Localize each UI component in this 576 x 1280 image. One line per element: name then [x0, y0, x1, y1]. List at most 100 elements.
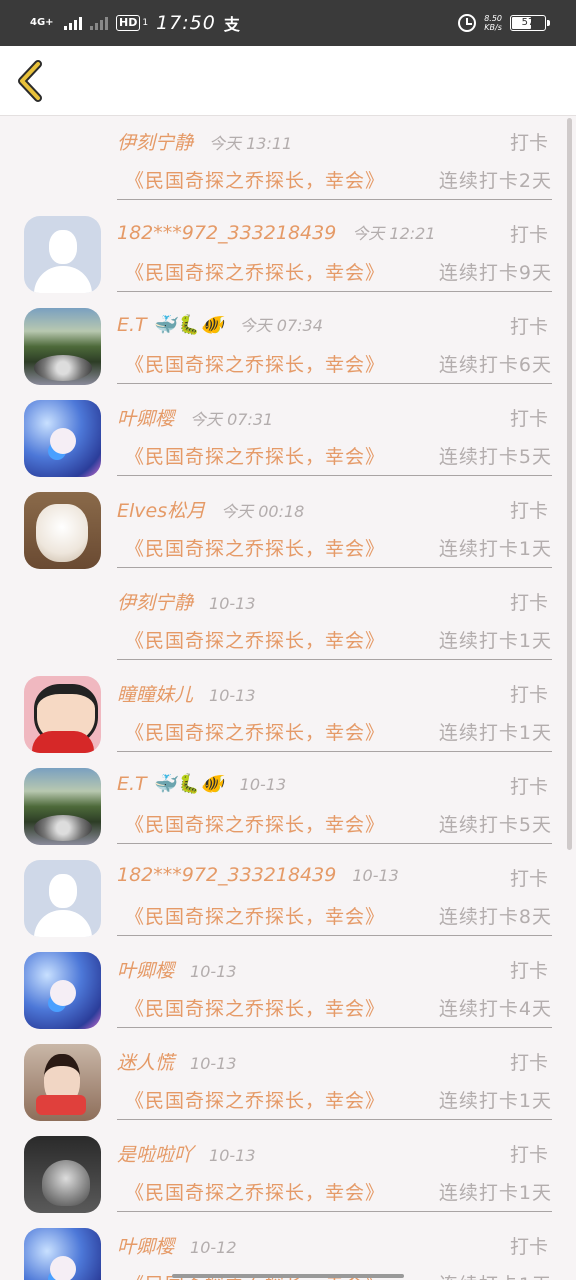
avatar[interactable]: [24, 676, 101, 753]
book-title[interactable]: 《民国奇探之乔探长，幸会》: [125, 442, 385, 469]
list-item[interactable]: 叶卿樱10-12打卡《民国奇探之乔探长，幸会》连续打卡1天: [0, 1220, 576, 1280]
checkin-time: 今天 12:21: [352, 224, 436, 243]
checkin-label: 打卡: [509, 500, 548, 522]
book-title[interactable]: 《民国奇探之乔探长，幸会》: [125, 350, 385, 377]
home-indicator[interactable]: [172, 1274, 404, 1278]
user-name[interactable]: 伊刻宁静: [117, 128, 193, 155]
streak-count: 连续打卡5天: [438, 814, 552, 836]
checkin-label: 打卡: [509, 316, 548, 338]
sim-slot: 1: [142, 18, 149, 28]
list-item[interactable]: 是啦啦吖 10-13 打卡《民国奇探之乔探长，幸会》 连续打卡1天: [0, 1128, 576, 1220]
streak-count: 连续打卡8天: [438, 906, 552, 928]
checkin-label: 打卡: [509, 1144, 548, 1166]
list-item-content: Elves松月 今天 00:18 打卡 《民国奇探之乔探长，幸会》 连续打卡1天: [117, 484, 552, 568]
user-name[interactable]: E.T 🐳🐛🐠: [117, 313, 224, 336]
checkin-label: 打卡: [509, 776, 548, 798]
checkin-time: 10-13: [209, 686, 256, 705]
user-name[interactable]: 叶卿樱: [117, 1232, 174, 1259]
hd-icon: HD: [116, 15, 141, 31]
list-item-content: 伊刻宁静 10-13 打卡 《民国奇探之乔探长，幸会》 连续打卡1天: [117, 576, 552, 660]
streak-count: 连续打卡9天: [438, 262, 552, 284]
book-title[interactable]: 《民国奇探之乔探长，幸会》: [125, 810, 385, 837]
checkin-label: 打卡: [509, 684, 548, 706]
streak-count: 连续打卡6天: [438, 354, 552, 376]
list-item[interactable]: Elves松月 今天 00:18 打卡 《民国奇探之乔探长，幸会》 连续打卡1天: [0, 484, 576, 576]
avatar[interactable]: [24, 768, 101, 845]
avatar[interactable]: [24, 952, 101, 1029]
avatar[interactable]: [24, 584, 101, 661]
user-name[interactable]: 伊刻宁静: [117, 588, 193, 615]
list-item-content: 是啦啦吖 10-13 打卡《民国奇探之乔探长，幸会》 连续打卡1天: [117, 1128, 552, 1212]
checkin-label: 打卡: [509, 408, 548, 430]
user-name[interactable]: 是啦啦吖: [117, 1140, 193, 1167]
checkin-label: 打卡: [509, 1052, 548, 1074]
checkin-time: 10-13: [209, 1146, 256, 1165]
list-item[interactable]: 182***972_333218439 10-13 打卡《民国奇探之乔探长，幸会》 连…: [0, 852, 576, 944]
avatar[interactable]: [24, 1228, 101, 1280]
list-item[interactable]: 182***972_333218439 今天 12:21 打卡 《民国奇探之乔探长，幸…: [0, 208, 576, 300]
network-type: 4G+: [30, 17, 54, 28]
user-name[interactable]: 叶卿樱: [117, 404, 174, 431]
checkin-label: 打卡: [509, 868, 548, 890]
checkin-label: 打卡: [509, 592, 548, 614]
streak-count: 连续打卡1天: [439, 1270, 552, 1280]
list-item-content: 迷人慌 10-13 打卡 《民国奇探之乔探长，幸会》 连续打卡1天: [117, 1036, 552, 1120]
user-name[interactable]: 182***972_333218439: [117, 222, 336, 244]
checkin-time: 今天 13:11: [209, 134, 293, 153]
list-item-content: 叶卿樱10-12打卡《民国奇探之乔探长，幸会》连续打卡1天: [117, 1220, 552, 1280]
user-name[interactable]: E.T 🐳🐛🐠: [117, 772, 224, 795]
checkin-time: 10-13: [190, 962, 237, 981]
list-item-content: 伊刻宁静 今天 13:11 打卡《民国奇探之乔探长，幸会》 连续打卡2天: [117, 116, 552, 200]
checkin-label: 打卡: [509, 132, 548, 154]
checkin-list[interactable]: 伊刻宁静 今天 13:11 打卡 《民国奇探之乔探长，幸会》 连续打卡2天 182***9…: [0, 116, 576, 1280]
avatar[interactable]: [24, 1044, 101, 1121]
user-name[interactable]: 叶卿樱: [117, 956, 174, 983]
streak-count: 连续打卡1天: [438, 1182, 552, 1204]
back-button[interactable]: [14, 60, 48, 102]
book-title[interactable]: 《民国奇探之乔探长，幸会》: [125, 1178, 385, 1205]
list-item[interactable]: 瞳瞳妹儿 10-13 打卡 《民国奇探之乔探长，幸会》 连续打卡1天: [0, 668, 576, 760]
list-item-content: 叶卿樱 10-13 打卡 《民国奇探之乔探长，幸会》 连续打卡4天: [117, 944, 552, 1028]
user-name[interactable]: 182***972_333218439: [117, 864, 336, 886]
alarm-icon: [458, 14, 477, 32]
avatar[interactable]: [24, 492, 101, 569]
checkin-time: 10-13: [239, 775, 287, 794]
list-item-content: E.T 🐳🐛🐠 10-13 打卡《民国奇探之乔探长，幸会》 连续打卡5天: [117, 760, 552, 844]
book-title[interactable]: 《民国奇探之乔探长，幸会》: [125, 626, 385, 653]
avatar[interactable]: [24, 860, 101, 937]
battery-icon: 57: [510, 15, 550, 31]
list-item-content: 182***972_333218439 10-13 打卡《民国奇探之乔探长，幸会》 连…: [117, 852, 552, 936]
alipay-icon: 支: [223, 15, 240, 34]
list-item[interactable]: 伊刻宁静 10-13 打卡 《民国奇探之乔探长，幸会》 连续打卡1天: [0, 576, 576, 668]
streak-count: 连续打卡2天: [438, 170, 552, 192]
list-item[interactable]: E.T 🐳🐛🐠 10-13 打卡《民国奇探之乔探长，幸会》 连续打卡5天: [0, 760, 576, 852]
book-title[interactable]: 《民国奇探之乔探长，幸会》: [125, 994, 385, 1021]
avatar[interactable]: [24, 400, 101, 477]
list-item[interactable]: 叶卿樱 10-13 打卡 《民国奇探之乔探长，幸会》 连续打卡4天: [0, 944, 576, 1036]
avatar[interactable]: [24, 124, 101, 201]
checkin-time: 10-13: [190, 1054, 237, 1073]
book-title[interactable]: 《民国奇探之乔探长，幸会》: [125, 718, 385, 745]
checkin-label: 打卡: [509, 1236, 548, 1258]
checkin-time: 10-13: [209, 594, 256, 613]
book-title[interactable]: 《民国奇探之乔探长，幸会》: [125, 902, 385, 929]
book-title[interactable]: 《民国奇探之乔探长，幸会》: [125, 1086, 385, 1113]
book-title[interactable]: 《民国奇探之乔探长，幸会》: [125, 166, 385, 193]
user-name[interactable]: 迷人慌: [117, 1048, 174, 1075]
book-title[interactable]: 《民国奇探之乔探长，幸会》: [125, 258, 385, 285]
list-item[interactable]: 叶卿樱 今天 07:31 打卡 《民国奇探之乔探长，幸会》 连续打卡5天: [0, 392, 576, 484]
user-name[interactable]: 瞳瞳妹儿: [117, 680, 193, 707]
avatar[interactable]: [24, 308, 101, 385]
checkin-time: 10-13: [352, 866, 399, 885]
avatar[interactable]: [24, 216, 101, 293]
checkin-time: 10-12: [190, 1238, 237, 1257]
list-item[interactable]: E.T 🐳🐛🐠 今天 07:34 打卡 《民国奇探之乔探长，幸会》 连续打卡6天: [0, 300, 576, 392]
avatar[interactable]: [24, 1136, 101, 1213]
user-name[interactable]: Elves松月: [117, 496, 205, 523]
signal-icon: [64, 16, 82, 30]
list-item-content: E.T 🐳🐛🐠 今天 07:34 打卡 《民国奇探之乔探长，幸会》 连续打卡6天: [117, 300, 552, 384]
scrollbar[interactable]: [567, 118, 572, 850]
list-item[interactable]: 迷人慌 10-13 打卡 《民国奇探之乔探长，幸会》 连续打卡1天: [0, 1036, 576, 1128]
book-title[interactable]: 《民国奇探之乔探长，幸会》: [125, 534, 385, 561]
list-item[interactable]: 伊刻宁静 今天 13:11 打卡《民国奇探之乔探长，幸会》 连续打卡2天: [0, 116, 576, 208]
